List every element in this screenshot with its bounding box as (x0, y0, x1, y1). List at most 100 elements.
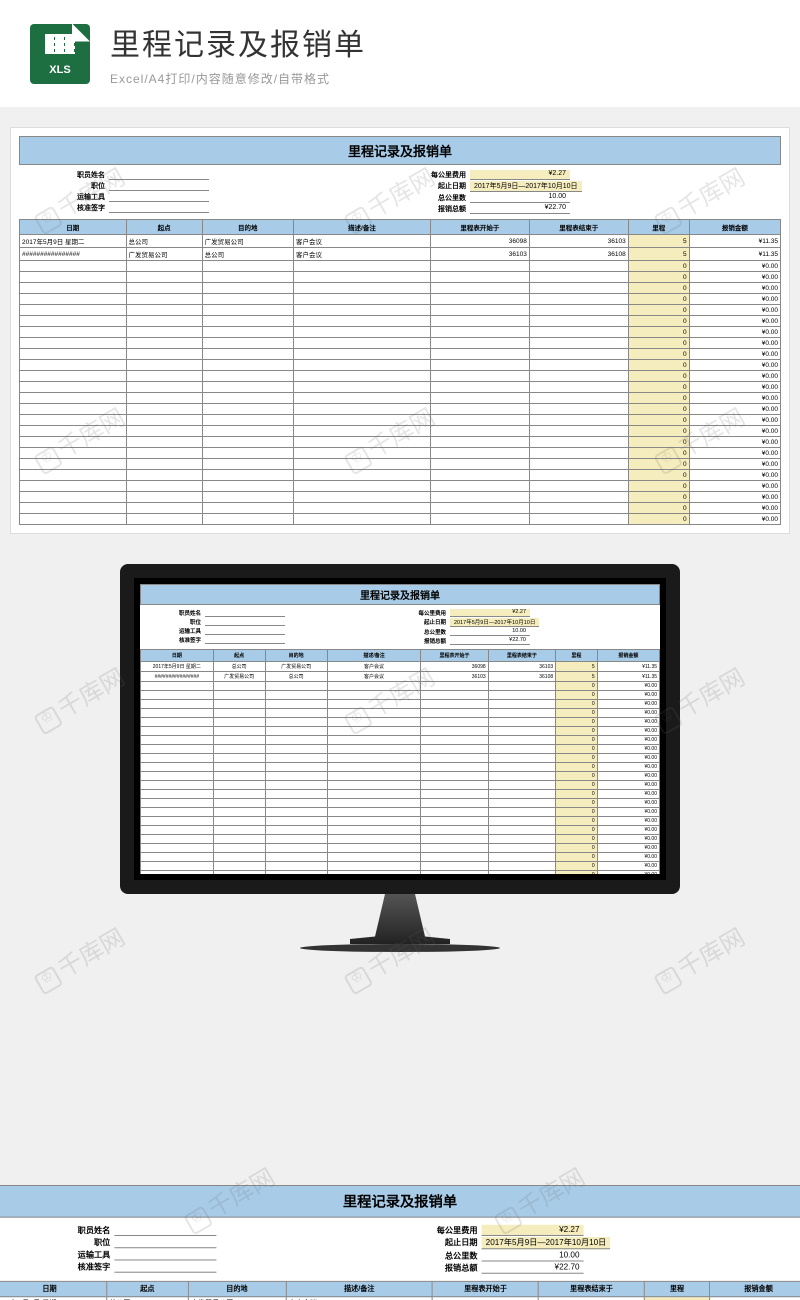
page-title: 里程记录及报销单 (110, 20, 366, 64)
table-row: 0¥0.00 (20, 360, 781, 371)
data-table: 日期起点目的地描述/备注里程表开始于里程表结束于里程报销金额 2017年5月9日… (19, 219, 781, 525)
info-area: 职员姓名职位运输工具核准签字每公里费用¥2.27起止日期2017年5月9日—20… (19, 165, 781, 219)
table-row: 0¥0.00 (20, 437, 781, 448)
table-row: 0¥0.00 (141, 763, 660, 772)
info-row: 职员姓名 (33, 1225, 400, 1236)
column-header: 描述/备注 (286, 1281, 433, 1296)
info-row: 总公里数10.00 (400, 628, 645, 636)
column-header: 报销金额 (689, 220, 780, 235)
table-row: ################广发贸易公司总公司客户会议 3610336108… (141, 672, 660, 682)
column-header: 里程 (644, 1281, 709, 1296)
table-row: 0¥0.00 (20, 448, 781, 459)
column-header: 目的地 (202, 220, 293, 235)
table-row: 0¥0.00 (20, 415, 781, 426)
info-row: 总公里数10.00 (400, 1250, 767, 1261)
info-row: 报销总额¥22.70 (400, 1263, 767, 1274)
info-row: 报销总额¥22.70 (400, 637, 645, 645)
column-header: 起点 (213, 650, 265, 662)
table-row: 0¥0.00 (141, 754, 660, 763)
column-header: 报销金额 (597, 650, 659, 662)
sheet-title: 里程记录及报销单 (19, 136, 781, 165)
column-header: 目的地 (188, 1281, 286, 1296)
monitor-base (300, 944, 500, 952)
column-header: 里程 (556, 650, 598, 662)
table-row: 0¥0.00 (141, 808, 660, 817)
info-row: 核准签字 (155, 636, 400, 644)
info-row: 起止日期2017年5月9日—2017年10月10日 (400, 618, 645, 627)
table-row: 0¥0.00 (141, 772, 660, 781)
table-row: 0¥0.00 (141, 709, 660, 718)
table-row: 0¥0.00 (141, 844, 660, 853)
data-table: 日期起点目的地描述/备注里程表开始于里程表结束于里程报销金额 2017年5月9日… (140, 649, 660, 874)
monitor-screen: 里程记录及报销单职员姓名职位运输工具核准签字每公里费用¥2.27起止日期2017… (120, 564, 680, 894)
table-row: 0¥0.00 (20, 503, 781, 514)
table-row: 0¥0.00 (20, 261, 781, 272)
table-row: 0¥0.00 (20, 371, 781, 382)
table-row: 0¥0.00 (141, 799, 660, 808)
monitor-stand (350, 894, 450, 944)
info-row: 运输工具 (33, 1249, 400, 1260)
column-header: 日期 (20, 220, 127, 235)
data-table: 日期起点目的地描述/备注里程表开始于里程表结束于里程报销金额 2017年5月9日… (0, 1281, 800, 1300)
table-row: 0¥0.00 (20, 338, 781, 349)
table-row: 2017年5月9日 星期二总公司广发贸易公司客户会议 3609836103 5¥… (141, 662, 660, 672)
info-row: 运输工具 (155, 627, 400, 635)
info-area: 职员姓名职位运输工具核准签字每公里费用¥2.27起止日期2017年5月9日—20… (140, 605, 660, 649)
table-row: 0¥0.00 (141, 817, 660, 826)
table-row: 0¥0.00 (20, 404, 781, 415)
table-row: 0¥0.00 (20, 382, 781, 393)
column-header: 报销金额 (710, 1281, 800, 1296)
table-row: ################广发贸易公司总公司客户会议 3610336108… (20, 248, 781, 261)
info-row: 职位 (33, 1237, 400, 1248)
table-row: 0¥0.00 (141, 790, 660, 799)
column-header: 里程表开始于 (430, 220, 529, 235)
table-row: 0¥0.00 (20, 514, 781, 525)
info-row: 核准签字 (33, 1262, 400, 1273)
info-row: 起止日期2017年5月9日—2017年10月10日 (400, 181, 761, 192)
page-subtitle: Excel/A4打印/内容随意修改/自带格式 (110, 70, 366, 87)
column-header: 日期 (141, 650, 214, 662)
column-header: 里程表开始于 (421, 650, 488, 662)
column-header: 起点 (107, 1281, 188, 1296)
sheet-preview-large: 里程记录及报销单职员姓名职位运输工具核准签字每公里费用¥2.27起止日期2017… (10, 127, 790, 534)
table-row: 0¥0.00 (20, 327, 781, 338)
column-header: 里程表开始于 (433, 1281, 539, 1296)
sheet-title: 里程记录及报销单 (140, 584, 660, 605)
sheet-preview-cropped: 里程记录及报销单职员姓名职位运输工具核准签字每公里费用¥2.27起止日期2017… (0, 1185, 800, 1300)
column-header: 描述/备注 (327, 650, 420, 662)
table-row: 0¥0.00 (141, 781, 660, 790)
table-row: 0¥0.00 (141, 691, 660, 700)
page-header: XLS 里程记录及报销单 Excel/A4打印/内容随意修改/自带格式 (0, 0, 800, 107)
column-header: 里程 (628, 220, 689, 235)
column-header: 描述/备注 (293, 220, 430, 235)
monitor-mockup: 里程记录及报销单职员姓名职位运输工具核准签字每公里费用¥2.27起止日期2017… (0, 564, 800, 952)
info-row: 报销总额¥22.70 (400, 204, 761, 214)
table-row: 0¥0.00 (20, 316, 781, 327)
info-row: 总公里数10.00 (400, 193, 761, 203)
table-row: 0¥0.00 (20, 492, 781, 503)
info-row: 每公里费用¥2.27 (400, 1225, 767, 1236)
column-header: 里程表结束于 (529, 220, 628, 235)
info-row: 职位 (155, 618, 400, 626)
table-row: 0¥0.00 (141, 835, 660, 844)
info-row: 职员姓名 (155, 609, 400, 617)
excel-icon: XLS (30, 24, 90, 84)
info-row: 职位 (39, 181, 400, 191)
table-row: 0¥0.00 (20, 426, 781, 437)
table-header-row: 日期起点目的地描述/备注里程表开始于里程表结束于里程报销金额 (141, 650, 660, 662)
table-row: 0¥0.00 (20, 470, 781, 481)
column-header: 目的地 (265, 650, 327, 662)
table-header-row: 日期起点目的地描述/备注里程表开始于里程表结束于里程报销金额 (20, 220, 781, 235)
table-row: 0¥0.00 (141, 862, 660, 871)
table-header-row: 日期起点目的地描述/备注里程表开始于里程表结束于里程报销金额 (0, 1281, 800, 1296)
table-row: 0¥0.00 (20, 272, 781, 283)
table-row: 0¥0.00 (20, 294, 781, 305)
column-header: 起点 (126, 220, 202, 235)
column-header: 里程表结束于 (539, 1281, 645, 1296)
table-row: 0¥0.00 (141, 700, 660, 709)
info-row: 起止日期2017年5月9日—2017年10月10日 (400, 1237, 767, 1249)
info-row: 核准签字 (39, 203, 400, 213)
table-row: 0¥0.00 (20, 393, 781, 404)
header-text: 里程记录及报销单 Excel/A4打印/内容随意修改/自带格式 (110, 20, 366, 87)
table-row: 0¥0.00 (20, 305, 781, 316)
